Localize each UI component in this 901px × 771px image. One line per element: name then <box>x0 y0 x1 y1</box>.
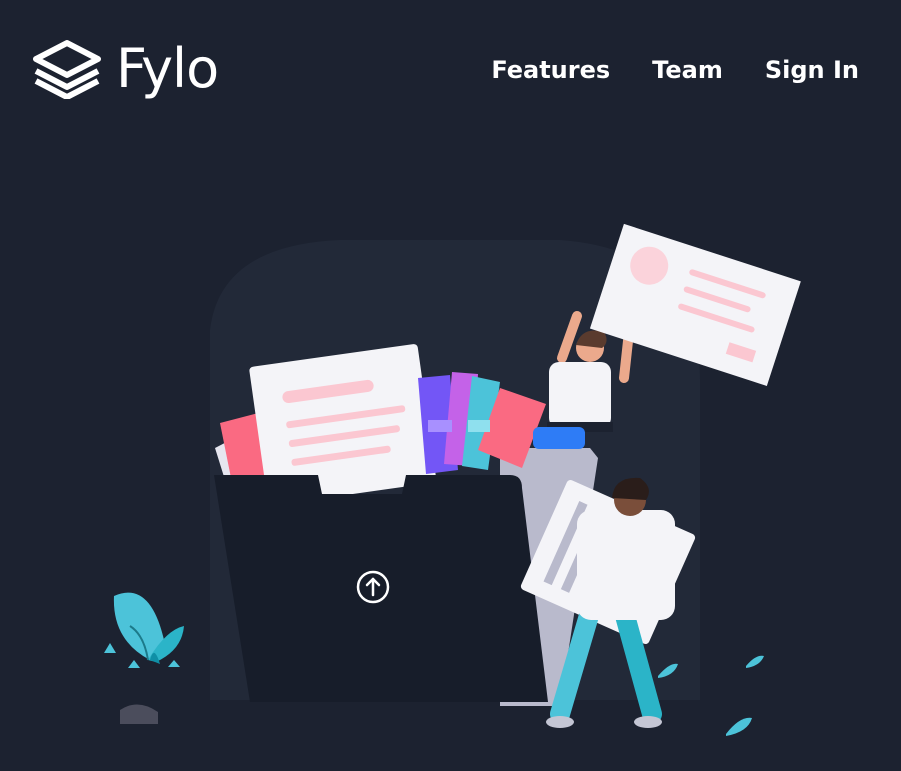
folder-front <box>214 475 548 702</box>
plant-decoration <box>113 592 184 664</box>
nav-link-sign-in[interactable]: Sign In <box>765 50 859 90</box>
site-header: Fylo Features Team Sign In <box>0 0 901 140</box>
rock-decoration <box>120 704 158 724</box>
leaf-decoration <box>726 717 752 736</box>
main-nav: Features Team Sign In <box>491 50 859 90</box>
nav-link-features[interactable]: Features <box>491 50 610 90</box>
leaf-decoration <box>104 643 116 653</box>
stacked-layers-icon <box>33 40 101 99</box>
leaf-decoration <box>168 660 180 667</box>
brand-name: Fylo <box>116 37 219 100</box>
hero-section <box>0 140 901 771</box>
brand-logo[interactable]: Fylo <box>32 34 219 104</box>
leaf-decoration <box>746 655 764 668</box>
leaf-decoration <box>128 660 140 668</box>
nav-link-team[interactable]: Team <box>652 50 723 90</box>
folder-with-documents-illustration <box>104 223 801 736</box>
